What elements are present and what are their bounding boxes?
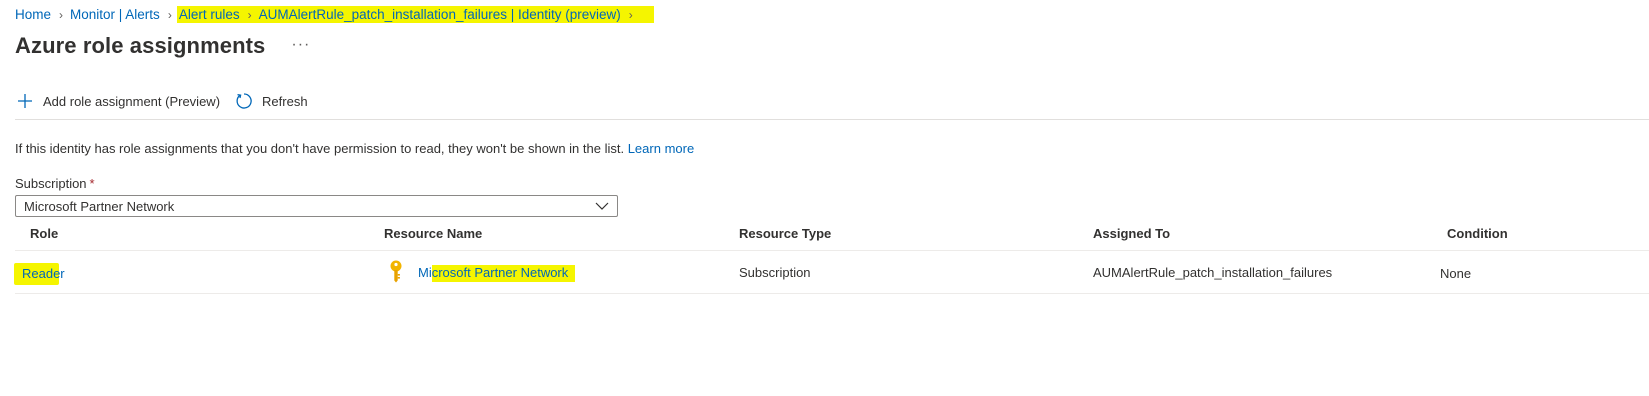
resource-name-link[interactable]: Microsoft Partner Network	[418, 264, 576, 282]
column-header-resource-name[interactable]: Resource Name	[384, 226, 482, 241]
breadcrumb-alert-rules[interactable]: Alert rules	[179, 6, 240, 23]
page-title: Azure role assignments	[15, 33, 266, 58]
chevron-right-icon: ›	[59, 7, 64, 22]
breadcrumb-alert-rule-identity[interactable]: AUMAlertRule_patch_installation_failures…	[259, 6, 621, 23]
role-link[interactable]: Reader	[22, 266, 65, 281]
refresh-icon	[234, 91, 254, 111]
add-role-assignment-button[interactable]: Add role assignment (Preview)	[15, 91, 220, 111]
column-header-role[interactable]: Role	[30, 226, 58, 241]
row-divider	[15, 293, 1649, 294]
column-header-condition[interactable]: Condition	[1447, 226, 1508, 241]
breadcrumb-home[interactable]: Home	[15, 6, 51, 23]
chevron-right-icon: ›	[247, 7, 252, 22]
condition-cell: None	[1440, 266, 1472, 281]
refresh-label: Refresh	[262, 93, 308, 109]
breadcrumb: Home › Monitor | Alerts › Alert rules › …	[15, 6, 654, 23]
assigned-to-cell: AUMAlertRule_patch_installation_failures	[1093, 265, 1333, 280]
subscription-selected-value: Microsoft Partner Network	[24, 198, 175, 214]
breadcrumb-monitor-alerts[interactable]: Monitor | Alerts	[70, 6, 160, 23]
resource-name-cell: Microsoft Partner Network	[388, 260, 576, 284]
key-icon	[388, 260, 408, 284]
learn-more-link[interactable]: Learn more	[628, 141, 694, 156]
resource-type-cell: Subscription	[739, 265, 811, 280]
table-header: Role Resource Name Resource Type Assigne…	[0, 226, 1649, 250]
add-role-assignment-label: Add role assignment (Preview)	[43, 93, 221, 109]
subscription-dropdown[interactable]: Microsoft Partner Network	[15, 195, 618, 217]
chevron-right-icon: ›	[628, 7, 633, 22]
column-header-resource-type[interactable]: Resource Type	[739, 226, 831, 241]
more-options-icon[interactable]: ···	[291, 36, 310, 54]
refresh-button[interactable]: Refresh	[234, 91, 308, 111]
table-row: Reader Microsoft Partner Network Subscri…	[0, 252, 1649, 292]
chevron-right-icon: ›	[167, 7, 172, 22]
command-bar: Add role assignment (Preview) Refresh	[15, 91, 308, 111]
subscription-label-text: Subscription	[15, 176, 87, 191]
resource-name-highlight: crosoft Partner Network	[431, 264, 576, 282]
info-message: If this identity has role assignments th…	[15, 141, 694, 156]
plus-icon	[15, 91, 35, 111]
column-header-assigned-to[interactable]: Assigned To	[1093, 226, 1170, 241]
toolbar-divider	[15, 119, 1649, 120]
header-divider	[15, 250, 1649, 251]
info-text: If this identity has role assignments th…	[15, 141, 625, 156]
resource-name-prefix: Mi	[418, 264, 432, 280]
required-marker: *	[89, 176, 95, 191]
page: Home › Monitor | Alerts › Alert rules › …	[0, 0, 1649, 396]
chevron-down-icon	[587, 202, 617, 210]
title-row: Azure role assignments ···	[15, 33, 310, 59]
subscription-label: Subscription *	[15, 176, 95, 191]
breadcrumb-highlight: Alert rules › AUMAlertRule_patch_install…	[176, 6, 654, 23]
